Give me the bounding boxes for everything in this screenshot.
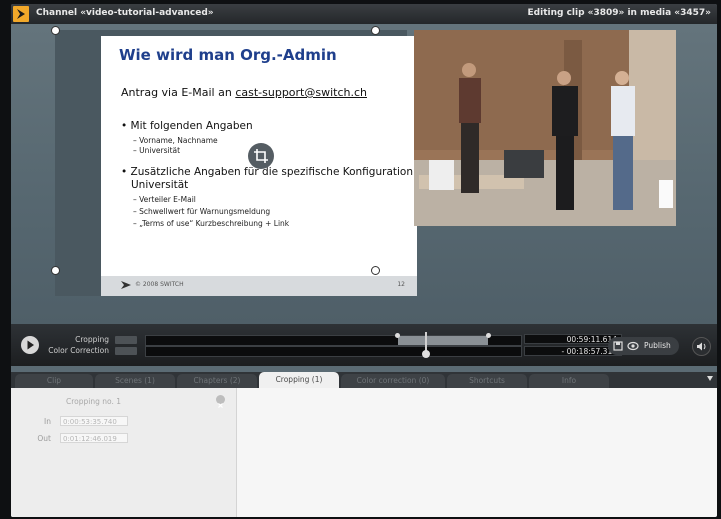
- slide-bullet-1: • Mit folgenden Angaben: [121, 120, 253, 132]
- cropping-track-toggle[interactable]: [115, 336, 137, 344]
- play-button[interactable]: [21, 336, 39, 354]
- tab-bar: Clip Scenes (1) Chapters (2) Cropping (1…: [11, 372, 717, 388]
- speaker-icon: [697, 342, 706, 351]
- cropping-track[interactable]: [145, 333, 522, 346]
- video-preview[interactable]: [414, 30, 676, 226]
- slide-heading: Wie wird man Org.-Admin: [119, 46, 337, 64]
- slide-sub-2-3: – „Terms of use“ Kurzbeschreibung + Link: [133, 219, 290, 228]
- playhead[interactable]: [422, 332, 431, 358]
- in-time-field[interactable]: 0:00:53:35.740: [60, 416, 128, 426]
- slide-email-link: cast-support@switch.ch: [235, 86, 367, 99]
- tab-info[interactable]: Info: [529, 374, 609, 388]
- crop-handle-top-right[interactable]: [371, 26, 380, 35]
- slide-line-email: Antrag via E-Mail an cast-support@switch…: [121, 86, 367, 99]
- current-time: 00:59:11.614: [524, 334, 622, 344]
- cropping-segment[interactable]: [398, 336, 488, 345]
- title-bar: Channel «video-tutorial-advanced» Editin…: [11, 4, 717, 24]
- preview-stage: Wie wird man Org.-Admin Antrag via E-Mai…: [11, 24, 717, 324]
- cropping-panel: Cropping no. 1 In 0:00:53:35.740 Out 0:0…: [11, 388, 717, 517]
- slide-sub-2-1: – Verteiler E-Mail: [133, 195, 196, 204]
- volume-button[interactable]: [692, 337, 711, 356]
- slide-footer-logo: © 2008 SWITCH: [135, 281, 184, 288]
- timeline-controls: Cropping Color Correction 00:59:11.614 -…: [11, 324, 717, 366]
- segment-start-handle[interactable]: [395, 333, 400, 338]
- tab-clip[interactable]: Clip: [15, 374, 93, 388]
- cropping-list: Cropping no. 1 In 0:00:53:35.740 Out 0:0…: [11, 388, 237, 517]
- tab-color-correction[interactable]: Color correction (0): [341, 374, 445, 388]
- delete-cropping-button[interactable]: [216, 395, 225, 408]
- dropdown-arrow-icon[interactable]: [707, 376, 713, 381]
- preview-eye-icon[interactable]: [627, 341, 639, 351]
- slide-sub-1-1: – Vorname, Nachname: [133, 136, 218, 145]
- publish-controls: Publish: [608, 337, 679, 355]
- segment-end-handle[interactable]: [486, 333, 491, 338]
- slide-sub-2-2: – Schwellwert für Warnungsmeldung: [133, 207, 271, 216]
- slide-bullet-2: • Zusätzliche Angaben für die spezifisch…: [121, 166, 434, 178]
- crop-handle-bottom-right[interactable]: [371, 266, 380, 275]
- play-icon: [27, 340, 34, 350]
- out-label: Out: [37, 434, 51, 443]
- tab-cropping[interactable]: Cropping (1): [259, 372, 339, 388]
- video-frame-image: [414, 30, 676, 226]
- color-correction-track[interactable]: [145, 346, 522, 357]
- slide-preview: Wie wird man Org.-Admin Antrag via E-Mai…: [51, 26, 434, 296]
- app-window: Channel «video-tutorial-advanced» Editin…: [11, 4, 717, 517]
- app-logo-icon: [13, 6, 29, 22]
- color-correction-track-label: Color Correction: [48, 346, 109, 355]
- crop-icon[interactable]: [248, 143, 274, 169]
- color-correction-track-toggle[interactable]: [115, 347, 137, 355]
- channel-title: Channel «video-tutorial-advanced»: [36, 8, 214, 18]
- tab-chapters[interactable]: Chapters (2): [177, 374, 257, 388]
- slide-sub-1-2: – Universität: [133, 146, 181, 155]
- crop-handle-top-left[interactable]: [51, 26, 60, 35]
- tab-shortcuts[interactable]: Shortcuts: [447, 374, 527, 388]
- switch-logo-icon: [121, 281, 131, 289]
- crop-handle-bottom-left[interactable]: [51, 266, 60, 275]
- save-icon[interactable]: [613, 341, 623, 351]
- slide-page-number: 12: [397, 281, 405, 288]
- in-label: In: [44, 417, 51, 426]
- slide-bullet-2-cont: Universität: [131, 179, 189, 191]
- tab-scenes[interactable]: Scenes (1): [95, 374, 175, 388]
- cropping-item-title: Cropping no. 1: [66, 397, 121, 406]
- slide-email-prefix: Antrag via E-Mail an: [121, 86, 236, 99]
- editing-clip-info: Editing clip «3809» in media «3457»: [527, 8, 711, 18]
- out-time-field[interactable]: 0:01:12:46.019: [60, 433, 128, 443]
- delete-icon: [218, 403, 223, 408]
- publish-button[interactable]: Publish: [644, 341, 671, 350]
- slide-footer: © 2008 SWITCH 12: [101, 276, 417, 296]
- cropping-track-label: Cropping: [75, 335, 109, 344]
